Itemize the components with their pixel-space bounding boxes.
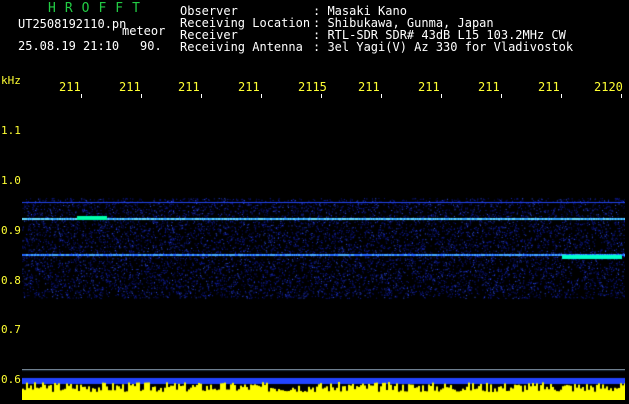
count-label: 90. xyxy=(140,39,162,53)
y-tick: 0.7 xyxy=(1,323,21,336)
spectrum-canvas xyxy=(22,372,625,400)
x-tick: 211 xyxy=(119,80,141,94)
app-brand: HROFFT xyxy=(48,1,149,16)
y-tick: 0.8 xyxy=(1,274,21,287)
y-tick: 0.6 xyxy=(1,373,21,386)
waterfall-canvas xyxy=(22,98,625,380)
waterfall-spectrogram xyxy=(22,98,625,380)
baseline-divider xyxy=(22,369,625,370)
y-tick: 1.1 xyxy=(1,124,21,137)
x-tick: 211 xyxy=(238,80,260,94)
spectrum-bar xyxy=(22,372,625,400)
y-tick: 1.0 xyxy=(1,174,21,187)
x-tick: 211 xyxy=(478,80,500,94)
x-tick: 211 xyxy=(59,80,81,94)
x-tick: 211 xyxy=(538,80,560,94)
x-tick: 2115 xyxy=(298,80,327,94)
x-tick: 211 xyxy=(178,80,200,94)
x-tick: 211 xyxy=(418,80,440,94)
filename-label: UT2508192110.pn xyxy=(18,17,127,31)
antenna-label: Receiving Antenna xyxy=(180,40,303,54)
y-tick: 0.9 xyxy=(1,224,21,237)
x-tick: 211 xyxy=(358,80,380,94)
x-tick: 2120 xyxy=(594,80,623,94)
antenna-value: : 3el Yagi(V) Az 330 for Vladivostok xyxy=(313,40,574,54)
datetime-label: 25.08.19 21:10 xyxy=(18,39,120,53)
unit-label: kHz xyxy=(1,74,21,87)
category-label: meteor xyxy=(122,24,166,38)
